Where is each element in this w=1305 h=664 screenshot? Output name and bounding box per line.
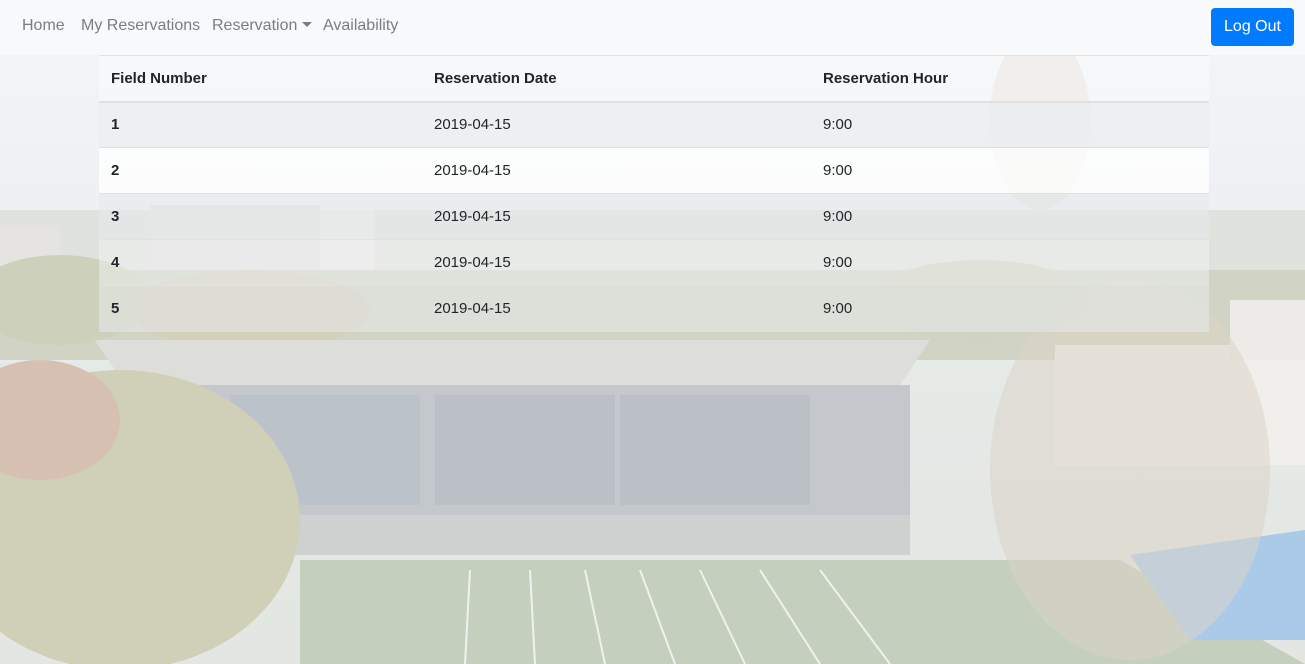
table-row: 3 2019-04-15 9:00 [99,193,1209,240]
nav-reservation-label: Reservation [212,17,298,34]
nav-home-link[interactable]: Home [22,17,65,35]
header-field-number: Field Number [99,55,422,103]
cell-reservation-date: 2019-04-15 [422,193,811,240]
nav-my-reservations-link[interactable]: My Reservations [81,17,200,35]
cell-reservation-hour: 9:00 [811,285,1209,332]
cell-reservation-hour: 9:00 [811,239,1209,286]
cell-reservation-hour: 9:00 [811,147,1209,194]
logout-button[interactable]: Log Out [1211,8,1294,46]
reservations-table: Field Number Reservation Date Reservatio… [99,55,1209,332]
nav-availability-link[interactable]: Availability [323,17,398,35]
cell-field-number: 3 [99,193,422,240]
cell-reservation-hour: 9:00 [811,193,1209,240]
cell-field-number: 5 [99,285,422,332]
table-row: 1 2019-04-15 9:00 [99,101,1209,148]
header-reservation-hour: Reservation Hour [811,55,1209,103]
cell-field-number: 1 [99,101,422,148]
top-navbar: Home My Reservations Reservation Availab… [0,0,1305,55]
cell-reservation-date: 2019-04-15 [422,239,811,286]
cell-field-number: 4 [99,239,422,286]
cell-reservation-hour: 9:00 [811,101,1209,148]
cell-reservation-date: 2019-04-15 [422,285,811,332]
cell-reservation-date: 2019-04-15 [422,101,811,148]
table-row: 2 2019-04-15 9:00 [99,147,1209,194]
caret-down-icon [302,22,313,27]
header-reservation-date: Reservation Date [422,55,811,103]
cell-reservation-date: 2019-04-15 [422,147,811,194]
table-row: 4 2019-04-15 9:00 [99,239,1209,286]
table-header-row: Field Number Reservation Date Reservatio… [99,55,1209,103]
table-row: 5 2019-04-15 9:00 [99,285,1209,332]
cell-field-number: 2 [99,147,422,194]
reservations-table-container: Field Number Reservation Date Reservatio… [99,55,1209,332]
nav-reservation-dropdown[interactable]: Reservation [212,17,313,35]
